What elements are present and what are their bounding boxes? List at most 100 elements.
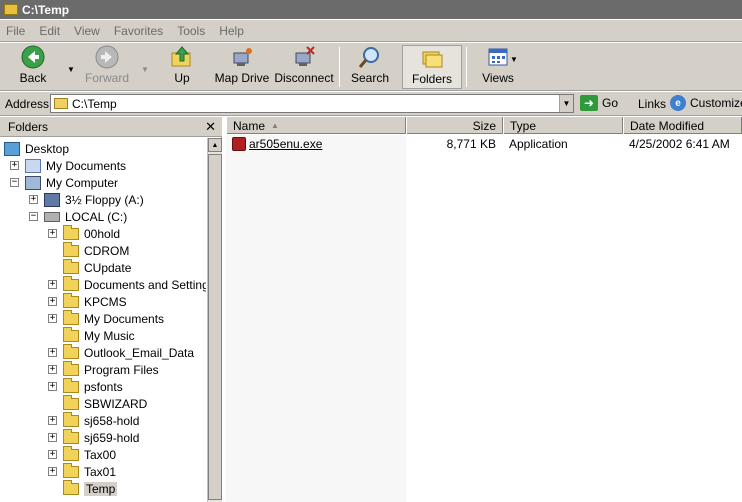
- back-button[interactable]: Back: [14, 45, 52, 89]
- address-input[interactable]: C:\Temp ▼: [50, 94, 574, 113]
- tree-item[interactable]: − LOCAL (C:): [29, 208, 127, 225]
- folder-icon: [63, 394, 79, 410]
- scroll-thumb[interactable]: [208, 154, 222, 500]
- folder-icon: [63, 360, 79, 376]
- tree-item[interactable]: + My Documents: [48, 309, 165, 327]
- column-header-name[interactable]: Name ▲: [226, 117, 406, 134]
- toolbar-separator: [466, 47, 467, 87]
- up-button[interactable]: Up: [168, 45, 196, 89]
- tree-item[interactable]: +00hold: [48, 224, 120, 242]
- tree-item[interactable]: +3½ Floppy (A:): [29, 191, 144, 208]
- folder-icon: [63, 292, 79, 308]
- tree-item[interactable]: Desktop: [4, 140, 69, 157]
- expand-icon[interactable]: +: [48, 450, 57, 459]
- tree-item[interactable]: + sj659-hold: [48, 428, 139, 446]
- expand-icon[interactable]: +: [48, 348, 57, 357]
- menu-bar: File Edit View Favorites Tools Help: [0, 20, 742, 42]
- expand-icon[interactable]: +: [48, 382, 57, 391]
- tree-item[interactable]: − My Computer: [10, 174, 118, 191]
- tree-item[interactable]: Temp: [48, 479, 118, 497]
- collapse-icon[interactable]: −: [29, 212, 38, 221]
- folders-button[interactable]: Folders: [402, 45, 462, 89]
- tree-item-label: SBWIZARD: [84, 396, 148, 411]
- expand-icon[interactable]: +: [29, 195, 38, 204]
- tree-item[interactable]: + Documents and Settings: [48, 275, 206, 293]
- file-row[interactable]: ar505enu.exe 8,771 KB Application 4/25/2…: [226, 136, 742, 152]
- tree-item[interactable]: SBWIZARD: [48, 394, 148, 412]
- menu-file[interactable]: File: [6, 24, 25, 38]
- views-icon: [488, 48, 508, 66]
- menu-favorites[interactable]: Favorites: [114, 24, 163, 38]
- expand-icon[interactable]: +: [48, 433, 57, 442]
- menu-view[interactable]: View: [74, 24, 100, 38]
- file-name[interactable]: ar505enu.exe: [249, 137, 322, 151]
- expand-icon[interactable]: +: [10, 161, 19, 170]
- address-dropdown-icon[interactable]: ▼: [559, 95, 573, 112]
- expand-icon[interactable]: +: [48, 416, 57, 425]
- tree-vertical-scrollbar[interactable]: ▲: [207, 138, 222, 502]
- documents-icon: [25, 158, 41, 173]
- views-button[interactable]: Views: [478, 45, 518, 89]
- expand-icon[interactable]: +: [48, 365, 57, 374]
- up-folder-icon: [171, 46, 191, 67]
- menu-tools[interactable]: Tools: [177, 24, 205, 38]
- expand-icon[interactable]: +: [48, 229, 57, 238]
- column-header-type[interactable]: Type: [503, 117, 623, 134]
- tree-item-label: Program Files: [84, 362, 159, 377]
- acrobat-installer-icon: [232, 137, 246, 151]
- expand-icon[interactable]: +: [48, 297, 57, 306]
- tree-item[interactable]: + Tax00: [48, 445, 116, 463]
- map-drive-icon: [233, 48, 252, 66]
- column-header-size[interactable]: Size: [406, 117, 503, 134]
- disconnect-icon: [295, 46, 315, 66]
- scroll-up-icon[interactable]: ▲: [208, 138, 222, 152]
- tree-item-label: 3½ Floppy (A:): [65, 192, 144, 207]
- views-dropdown-icon[interactable]: ▼: [510, 55, 518, 64]
- tree-item-label: Documents and Settings: [84, 277, 206, 292]
- go-arrow-icon: ➜: [580, 95, 598, 111]
- tree-item-label: KPCMS: [84, 294, 127, 309]
- customize-links-button[interactable]: e Customize: [670, 95, 742, 111]
- folder-icon: [63, 411, 79, 427]
- map-drive-button[interactable]: Map Drive: [214, 45, 270, 89]
- tree-item-label: Desktop: [25, 141, 70, 156]
- title-bar: C:\Temp: [0, 0, 742, 19]
- column-header-date-modified[interactable]: Date Modified: [623, 117, 742, 134]
- folder-icon: [63, 258, 79, 274]
- forward-dropdown-icon[interactable]: ▼: [141, 65, 149, 74]
- address-label: Address: [5, 97, 50, 111]
- expand-icon[interactable]: +: [48, 314, 57, 323]
- tree-item-label: My Documents: [84, 311, 165, 326]
- expand-icon[interactable]: +: [48, 467, 57, 476]
- tree-item[interactable]: + Program Files: [48, 360, 159, 378]
- forward-arrow-icon: [95, 45, 119, 69]
- map-drive-label: Map Drive: [214, 71, 270, 85]
- file-size: 8,771 KB: [446, 137, 496, 151]
- folder-icon: [63, 445, 79, 461]
- tree-item-label: My Computer: [46, 175, 119, 190]
- folder-icon: [63, 462, 79, 478]
- tree-item[interactable]: + My Documents: [10, 157, 126, 174]
- tree-item[interactable]: + KPCMS: [48, 292, 127, 310]
- tree-item[interactable]: CUpdate: [48, 258, 131, 276]
- tree-item[interactable]: + Outlook_Email_Data: [48, 343, 194, 361]
- forward-button[interactable]: Forward: [84, 45, 130, 89]
- links-button[interactable]: Links: [638, 97, 666, 111]
- tree-item[interactable]: + sj658-hold: [48, 411, 139, 429]
- desktop-icon: [4, 141, 20, 156]
- tree-item[interactable]: + psfonts: [48, 377, 123, 395]
- collapse-icon[interactable]: −: [10, 178, 19, 187]
- disconnect-button[interactable]: Disconnect: [274, 45, 334, 89]
- column-header-date-label: Date Modified: [630, 118, 705, 133]
- tree-item[interactable]: My Music: [48, 326, 135, 344]
- tree-item[interactable]: + Tax01: [48, 462, 117, 480]
- search-button[interactable]: Search: [348, 45, 392, 89]
- tree-item-label: Tax01: [84, 464, 117, 479]
- menu-edit[interactable]: Edit: [39, 24, 60, 38]
- menu-help[interactable]: Help: [219, 24, 244, 38]
- back-dropdown-icon[interactable]: ▼: [67, 65, 75, 74]
- expand-icon[interactable]: +: [48, 280, 57, 289]
- close-icon[interactable]: ✕: [205, 119, 216, 135]
- tree-item[interactable]: CDROM: [48, 241, 129, 259]
- go-button[interactable]: ➜ Go: [580, 95, 618, 111]
